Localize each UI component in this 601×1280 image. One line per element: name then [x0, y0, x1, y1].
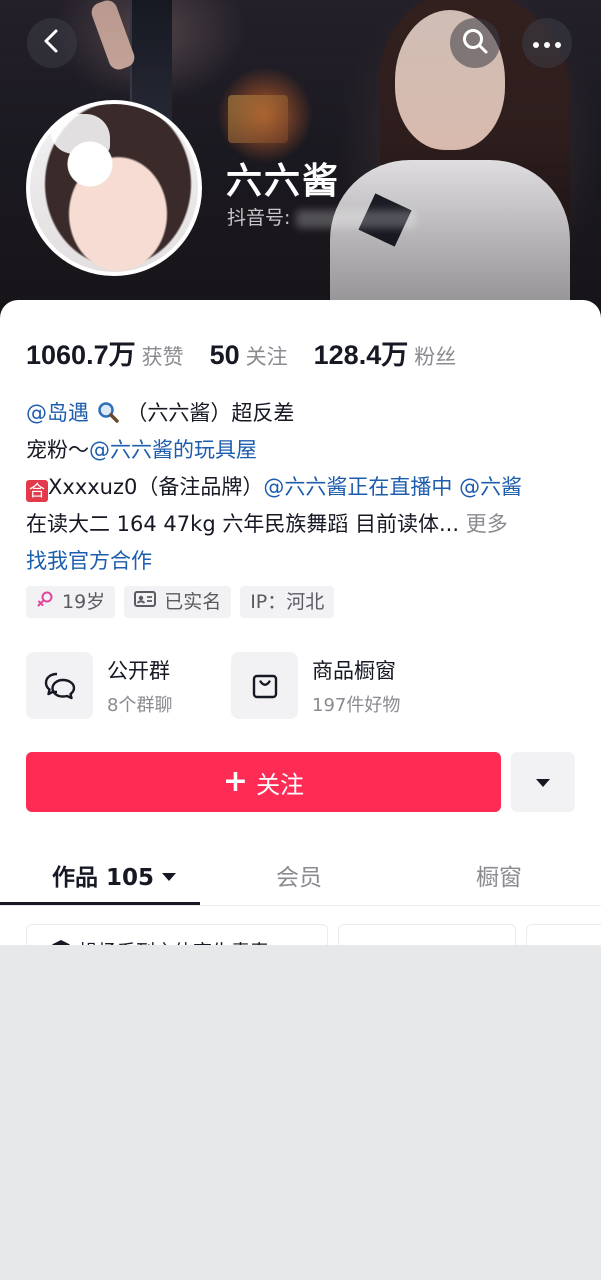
caret-down-icon: [162, 865, 177, 891]
follow-button[interactable]: + 关注: [26, 752, 501, 812]
stat-followers-value: 128.4万: [313, 340, 409, 370]
tab-active-indicator: [0, 902, 200, 905]
bio-mention-toy-house[interactable]: @六六酱的玩具屋: [89, 438, 257, 462]
search-button[interactable]: [450, 18, 500, 68]
stat-likes[interactable]: 1060.7万 获赞: [26, 333, 184, 372]
tag-age-text: 19岁: [62, 591, 106, 613]
bio-line-2-text: 宠粉～: [26, 438, 89, 462]
content-tabs: 作品 105 会员 橱窗: [0, 848, 601, 906]
bio-line-3-text: Xxxxuz0（备注品牌）: [48, 475, 264, 499]
follow-button-label: 关注: [256, 770, 305, 799]
bio-line-3: 合 Xxxxuz0（备注品牌）@六六酱正在直播中 @六酱: [26, 469, 586, 506]
bio-line-4-text: 在读大二 164 47kg 六年民族舞蹈 目前读体...: [26, 512, 460, 536]
shopping-bag-icon: [231, 652, 298, 719]
bio: @岛遇 （六六酱）超反差 宠粉～@六六酱的玩具屋 合 Xxxxuz0（备注品牌）@…: [26, 395, 586, 580]
bio-mention-daoyu[interactable]: @岛遇: [26, 401, 89, 425]
official-cooperation-link[interactable]: 找我官方合作: [26, 549, 152, 573]
work-card-caption-text: 操场系列之体育生青春: [79, 937, 269, 945]
tag-verified-text: 已实名: [164, 591, 222, 613]
tag-ip-text: IP：河北: [250, 591, 325, 613]
more-actions-dropdown-button[interactable]: [511, 752, 575, 812]
female-icon: [36, 586, 62, 618]
back-button[interactable]: [27, 18, 77, 68]
stat-followers[interactable]: 128.4万 粉丝: [314, 333, 457, 372]
douyin-id-label: 抖音号:: [227, 207, 291, 229]
public-group-entry[interactable]: 公开群 8个群聊: [26, 652, 231, 719]
chat-bubbles-icon: [26, 652, 93, 719]
id-card-icon: [134, 586, 164, 618]
douyin-id-blurred-value: [296, 209, 417, 228]
bio-line-1: @岛遇 （六六酱）超反差: [26, 395, 586, 432]
stat-following-label: 关注: [245, 345, 288, 369]
public-group-subtitle: 8个群聊: [107, 694, 173, 716]
stat-likes-value: 1060.7万: [26, 340, 136, 370]
plus-icon: +: [222, 764, 249, 799]
bio-line-2: 宠粉～@六六酱的玩具屋: [26, 432, 586, 469]
more-dots-icon: [532, 34, 562, 53]
bio-line-1-text: （六六酱）超反差: [126, 401, 295, 425]
stat-following[interactable]: 50 关注: [210, 340, 288, 371]
product-window-title: 商品橱窗: [312, 658, 396, 683]
bio-mention-liujiang[interactable]: @六酱: [459, 475, 522, 499]
product-window-subtitle: 197件好物: [312, 694, 401, 716]
avatar[interactable]: [26, 100, 202, 276]
tab-window[interactable]: 橱窗: [476, 858, 522, 892]
public-group-title: 公开群: [107, 658, 170, 683]
avatar-veil-decoration: [50, 114, 110, 154]
work-card[interactable]: 操场系列之体育生青春: [26, 924, 328, 945]
work-card[interactable]: [526, 924, 601, 945]
works-grid: 操场系列之体育生青春: [0, 924, 601, 945]
tag-ip: IP：河北: [240, 586, 335, 618]
profile-card: 1060.7万 获赞 50 关注 128.4万 粉丝 @岛遇 （六六酱）超反差 …: [0, 300, 601, 945]
bio-line-5: 找我官方合作: [26, 543, 586, 580]
tag-verified: 已实名: [124, 586, 232, 618]
stats-row: 1060.7万 获赞 50 关注 128.4万 粉丝: [26, 333, 482, 372]
magnifier-icon: [96, 401, 127, 425]
stat-likes-label: 获赞: [141, 345, 184, 369]
caret-down-icon: [535, 773, 551, 792]
bio-more-link[interactable]: 更多: [466, 512, 508, 536]
bio-line-4: 在读大二 164 47kg 六年民族舞蹈 目前读体... 更多: [26, 506, 586, 543]
stat-following-value: 50: [209, 340, 240, 370]
search-icon: [461, 27, 489, 59]
stat-followers-label: 粉丝: [414, 345, 457, 369]
profile-entries: 公开群 8个群聊 商品橱窗 197件好物: [26, 652, 436, 719]
tag-age: 19岁: [26, 586, 116, 618]
work-card[interactable]: [338, 924, 516, 945]
tab-member[interactable]: 会员: [276, 858, 322, 892]
bio-red-badge: 合: [26, 480, 48, 502]
tab-works-label: 作品 105: [52, 865, 155, 891]
back-arrow-icon: [41, 28, 63, 58]
douyin-id[interactable]: 抖音号:: [227, 203, 417, 230]
bio-mention-live[interactable]: @六六酱正在直播中: [263, 475, 452, 499]
profile-tags: 19岁 已实名 IP：河北: [26, 586, 343, 618]
more-button[interactable]: [522, 18, 572, 68]
tab-works[interactable]: 作品 105: [52, 858, 177, 892]
collection-layers-icon: [51, 939, 79, 945]
work-card-caption: 操场系列之体育生青春: [51, 937, 269, 945]
nickname: 六六酱: [226, 161, 341, 202]
product-window-entry[interactable]: 商品橱窗 197件好物: [231, 652, 436, 719]
